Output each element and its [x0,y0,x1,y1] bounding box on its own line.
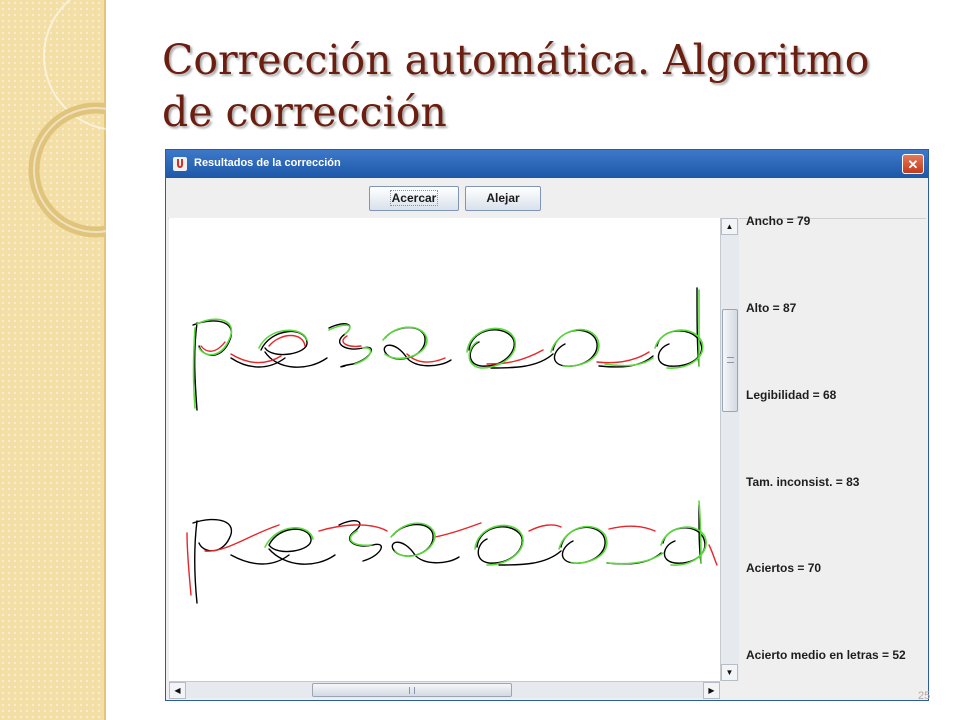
right-arrow-icon[interactable]: ▶ [703,682,720,699]
java-app-icon [173,157,187,171]
zoom-in-label: Acercar [389,190,439,206]
template-stroke [192,287,703,411]
student-stroke [186,522,718,596]
template-stroke [192,504,706,604]
close-button[interactable]: ✕ [902,154,924,174]
results-window: Resultados de la corrección ✕ Acercar Al… [165,149,929,701]
slide-title: Corrección automática. Algoritmo de corr… [162,36,870,136]
slide-number: 25 [918,690,931,702]
vertical-scroll-thumb[interactable] [722,309,738,412]
match-stroke [192,289,704,409]
down-arrow-icon[interactable]: ▼ [721,664,738,681]
handwriting-sample-1 [192,287,704,411]
zoom-in-button[interactable]: Acercar [369,186,459,211]
correction-canvas[interactable] [169,218,720,681]
zoom-out-button[interactable]: Alejar [465,186,541,211]
handwriting-sample-2 [186,500,718,604]
vertical-scrollbar[interactable]: ▲ ▼ [720,218,739,681]
stat-size-inconsistency: Tam. inconsist. = 83 [746,475,860,489]
stat-width: Ancho = 79 [746,214,811,228]
horizontal-scroll-thumb[interactable] [312,683,512,697]
window-title: Resultados de la corrección [194,157,341,169]
match-stroke [264,500,707,566]
decorative-rings [28,0,106,238]
stat-height: Alto = 87 [746,301,797,315]
decorative-sidebar [0,0,106,720]
stat-hits: Aciertos = 70 [746,561,822,575]
horizontal-scrollbar[interactable]: ◀ ▶ [169,681,720,699]
stat-legibility: Legibilidad = 68 [746,388,837,402]
up-arrow-icon[interactable]: ▲ [721,218,738,235]
grip-icon [409,687,415,694]
grip-icon [727,357,734,363]
stat-letter-accuracy: Acierto medio en letras = 52 [746,648,906,662]
handwriting-drawing [186,287,718,604]
left-arrow-icon[interactable]: ◀ [169,682,186,699]
toolbar: Acercar Alejar [168,178,926,219]
window-titlebar[interactable]: Resultados de la corrección ✕ [166,150,928,178]
